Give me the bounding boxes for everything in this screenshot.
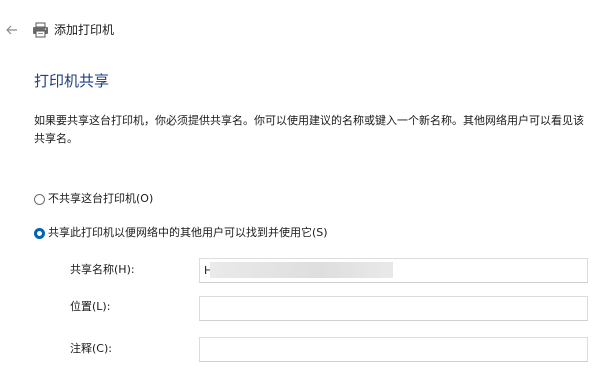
window-title: 添加打印机: [54, 23, 115, 37]
location-label: 位置(L):: [70, 300, 111, 313]
no-share-label: 不共享这台打印机(O): [48, 192, 154, 205]
comment-input[interactable]: [199, 337, 588, 362]
add-printer-dialog: 添加打印机 打印机共享 如果要共享这台打印机，你必须提供共享名。你可以使用建议的…: [0, 0, 597, 371]
share-name-label: 共享名称(H):: [70, 263, 135, 276]
printer-icon: [33, 22, 48, 38]
back-arrow-icon[interactable]: [4, 22, 20, 38]
share-name-input[interactable]: [199, 258, 588, 283]
location-input[interactable]: [199, 296, 588, 321]
share-option[interactable]: 共享此打印机以便网络中的其他用户可以找到并使用它(S): [34, 225, 328, 241]
comment-label: 注释(C):: [70, 342, 112, 355]
share-label: 共享此打印机以便网络中的其他用户可以找到并使用它(S): [48, 226, 328, 239]
page-title: 打印机共享: [34, 72, 110, 90]
radio-share[interactable]: [34, 227, 45, 239]
description-text: 如果要共享这台打印机，你必须提供共享名。你可以使用建议的名称或键入一个新名称。其…: [34, 114, 584, 145]
no-share-option[interactable]: 不共享这台打印机(O): [34, 191, 153, 207]
radio-no-share[interactable]: [34, 193, 45, 205]
